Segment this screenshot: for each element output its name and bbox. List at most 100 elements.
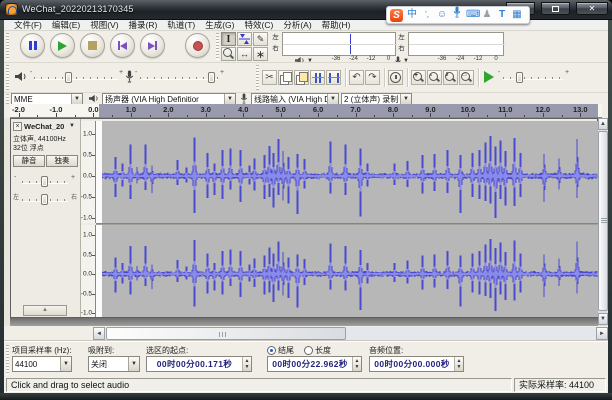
track-collapse-button[interactable]: ▲ xyxy=(23,305,67,316)
track-menu-dropdown[interactable]: ▼ xyxy=(69,123,75,129)
recording-meter-channel-labels: 左 右 xyxy=(396,32,407,54)
trim-audio-button[interactable] xyxy=(310,70,325,85)
menu-item-0[interactable]: 文件(F) xyxy=(9,20,47,31)
skin-icon[interactable]: T xyxy=(496,7,508,23)
snap-to-combo[interactable]: 关闭▼ xyxy=(88,356,140,372)
ruler-major-tick xyxy=(93,113,94,117)
play-at-speed-button[interactable] xyxy=(484,71,494,83)
skip-to-start-button[interactable] xyxy=(110,33,135,58)
timeline-ruler[interactable]: -2.0-1.00.01.02.03.04.05.06.07.08.09.010… xyxy=(10,104,602,118)
play-button[interactable] xyxy=(50,33,75,58)
playback-right-label: 右 xyxy=(270,43,281,54)
edit-toolbar-grip[interactable] xyxy=(256,65,259,90)
zoom-in-button[interactable]: + xyxy=(411,70,426,85)
zoom-out-button[interactable]: - xyxy=(427,70,442,85)
selection-start-field[interactable]: 00时00分00.171秒▲▼ xyxy=(146,356,252,372)
status-message: Click and drag to select audio xyxy=(6,378,512,392)
fit-selection-button[interactable]: ‖ xyxy=(443,70,458,85)
clock-icon xyxy=(390,72,401,83)
timeshift-tool-button[interactable]: ↔ xyxy=(237,47,252,61)
ruler-minor-tick xyxy=(374,115,375,117)
punctuation-icon[interactable]: ’, xyxy=(421,7,433,23)
emoji-icon[interactable]: ☺ xyxy=(436,7,448,23)
mute-button[interactable]: 静音 xyxy=(13,155,45,167)
silence-audio-button[interactable] xyxy=(326,70,341,85)
keyboard-icon[interactable]: ⌨ xyxy=(466,7,478,23)
scroll-up-button[interactable]: ▲ xyxy=(598,118,608,130)
track-control-panel[interactable]: × WeChat_20 ▼ 立体声, 44100Hz 32位 浮点 静音 独奏 … xyxy=(11,119,81,317)
mixer-toolbar-grip[interactable] xyxy=(6,65,9,90)
actual-rate-label: 实际采样率: xyxy=(519,380,567,390)
transport-toolbar-grip[interactable] xyxy=(6,33,9,60)
scroll-down-button[interactable]: ▼ xyxy=(598,313,608,325)
menu-item-1[interactable]: 编辑(E) xyxy=(47,20,85,31)
horizontal-scroll-thumb[interactable] xyxy=(106,327,346,340)
solo-button[interactable]: 独奏 xyxy=(46,155,78,167)
selection-end-field[interactable]: 00时00分22.962秒▲▼ xyxy=(267,356,362,372)
length-radio-label: 长度 xyxy=(315,345,331,356)
ime-toolbar[interactable]: S 中 ’, ☺ ⌨ ♟ T ▦ xyxy=(386,6,530,24)
vertical-ruler-left-channel[interactable]: 1.00.50.0-0.5-1.0 xyxy=(81,121,96,223)
voice-input-icon[interactable] xyxy=(451,6,463,24)
playback-speed-slider[interactable] xyxy=(503,77,563,80)
menu-item-6[interactable]: 特效(C) xyxy=(240,20,279,31)
selection-tool-button[interactable]: I xyxy=(221,32,236,46)
selection-toolbar: 项目采样率 (Hz): 44100▼ 吸附到: 关闭▼ 选区的起点: 00时00… xyxy=(4,341,608,377)
playback-meter[interactable] xyxy=(282,32,396,56)
close-button[interactable]: ✕ xyxy=(576,2,608,15)
output-volume-thumb[interactable] xyxy=(65,72,72,83)
menu-item-3[interactable]: 播录(R) xyxy=(124,20,163,31)
end-radio[interactable] xyxy=(267,346,276,355)
stop-button[interactable] xyxy=(80,33,105,58)
vertical-ruler-right-channel[interactable]: 1.00.50.0-0.5-1.0 xyxy=(81,225,96,317)
multi-tool-button[interactable]: ∗ xyxy=(253,47,268,61)
envelope-tool-button[interactable] xyxy=(237,32,252,46)
device-toolbar-grip[interactable] xyxy=(6,94,9,104)
selection-toolbar-grip[interactable] xyxy=(6,345,9,375)
cut-button[interactable]: ✂ xyxy=(262,70,277,85)
project-rate-combo[interactable]: 44100▼ xyxy=(12,356,72,372)
pause-button[interactable] xyxy=(20,33,45,58)
scroll-left-button[interactable]: ◄ xyxy=(93,327,105,340)
playback-speed-thumb[interactable] xyxy=(516,72,523,83)
redo-button[interactable]: ↷ xyxy=(365,70,380,85)
output-volume-slider[interactable] xyxy=(34,77,118,80)
gain-thumb[interactable] xyxy=(41,176,48,187)
record-button[interactable] xyxy=(185,33,210,58)
menu-item-5[interactable]: 生成(G) xyxy=(200,20,239,31)
vertical-scroll-thumb[interactable] xyxy=(598,131,608,311)
horizontal-scrollbar[interactable]: ◄ ► xyxy=(93,327,608,340)
vruler-tick xyxy=(92,197,95,198)
draw-tool-button[interactable]: ✎ xyxy=(253,32,268,46)
pan-thumb[interactable] xyxy=(41,194,48,205)
skip-to-end-button[interactable] xyxy=(140,33,165,58)
input-volume-thumb[interactable] xyxy=(208,72,215,83)
person-icon[interactable]: ♟ xyxy=(481,7,493,23)
zoom-tool-button[interactable] xyxy=(221,47,236,61)
tools-toolbar-grip[interactable] xyxy=(216,33,219,60)
menu-item-8[interactable]: 帮助(H) xyxy=(317,20,356,31)
input-volume-slider[interactable] xyxy=(140,77,218,80)
fit-project-button[interactable]: ▭ xyxy=(459,70,474,85)
playback-meter-channel-labels: 左 右 xyxy=(270,32,281,54)
undo-button[interactable]: ↶ xyxy=(349,70,364,85)
scroll-right-button[interactable]: ► xyxy=(596,327,608,340)
sogou-logo-icon[interactable]: S xyxy=(390,9,403,22)
toolbox-icon[interactable]: ▦ xyxy=(511,7,523,23)
paste-button[interactable] xyxy=(294,70,309,85)
vertical-scrollbar[interactable]: ▲ ▼ xyxy=(598,118,608,326)
play-icon xyxy=(58,41,67,51)
menu-item-7[interactable]: 分析(A) xyxy=(278,20,316,31)
waveform-right-channel[interactable] xyxy=(96,225,598,317)
menu-item-2[interactable]: 视图(V) xyxy=(85,20,123,31)
sync-lock-button[interactable] xyxy=(388,70,403,85)
copy-button[interactable] xyxy=(278,70,293,85)
menu-item-4[interactable]: 轨道(T) xyxy=(162,20,200,31)
waveform-left-channel[interactable] xyxy=(96,121,598,223)
track-close-button[interactable]: × xyxy=(13,122,22,131)
audio-position-field[interactable]: 00时00分00.000秒▲▼ xyxy=(369,356,464,372)
input-mode-icon[interactable]: 中 xyxy=(406,7,418,23)
length-radio[interactable] xyxy=(304,346,313,355)
maximize-button[interactable] xyxy=(541,2,570,15)
recording-meter[interactable] xyxy=(408,32,504,56)
